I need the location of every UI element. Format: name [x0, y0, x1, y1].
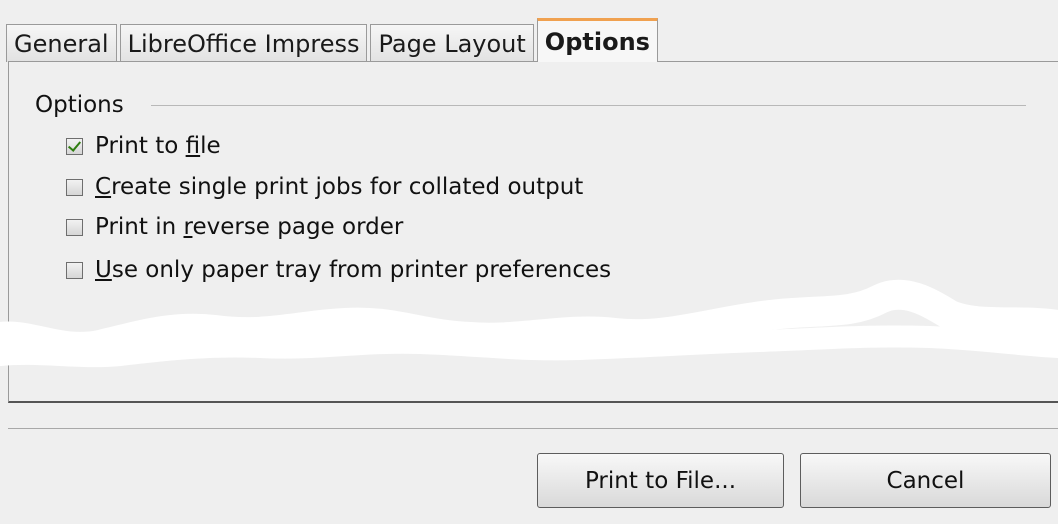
single-print-jobs-checkbox[interactable]: [66, 178, 83, 196]
options-tab-panel: Options Print to file Create single prin…: [8, 61, 1058, 403]
tab-general[interactable]: General: [6, 24, 117, 62]
options-group-heading: Options: [35, 92, 124, 118]
reverse-page-order-checkbox[interactable]: [66, 218, 83, 236]
paper-tray-option[interactable]: Use only paper tray from printer prefere…: [66, 254, 611, 286]
tab-options[interactable]: Options: [536, 18, 658, 62]
single-print-jobs-label: Create single print jobs for collated ou…: [95, 174, 584, 200]
single-print-jobs-option[interactable]: Create single print jobs for collated ou…: [66, 171, 583, 203]
button-area-separator: [8, 428, 1058, 429]
paper-tray-checkbox[interactable]: [66, 261, 83, 279]
cancel-button[interactable]: Cancel: [800, 453, 1051, 508]
reverse-page-order-label: Print in reverse page order: [95, 214, 404, 240]
tab-page-layout[interactable]: Page Layout: [370, 24, 534, 62]
print-to-file-button[interactable]: Print to File...: [537, 453, 784, 508]
tab-libreoffice-impress[interactable]: LibreOffice Impress: [119, 24, 368, 62]
print-to-file-option[interactable]: Print to file: [66, 130, 221, 162]
reverse-page-order-option[interactable]: Print in reverse page order: [66, 211, 403, 243]
print-to-file-label: Print to file: [95, 133, 221, 159]
paper-tray-label: Use only paper tray from printer prefere…: [95, 257, 612, 283]
group-divider: [151, 105, 1026, 106]
tab-bar: General LibreOffice Impress Page Layout …: [6, 18, 658, 62]
print-to-file-checkbox[interactable]: [66, 137, 83, 155]
